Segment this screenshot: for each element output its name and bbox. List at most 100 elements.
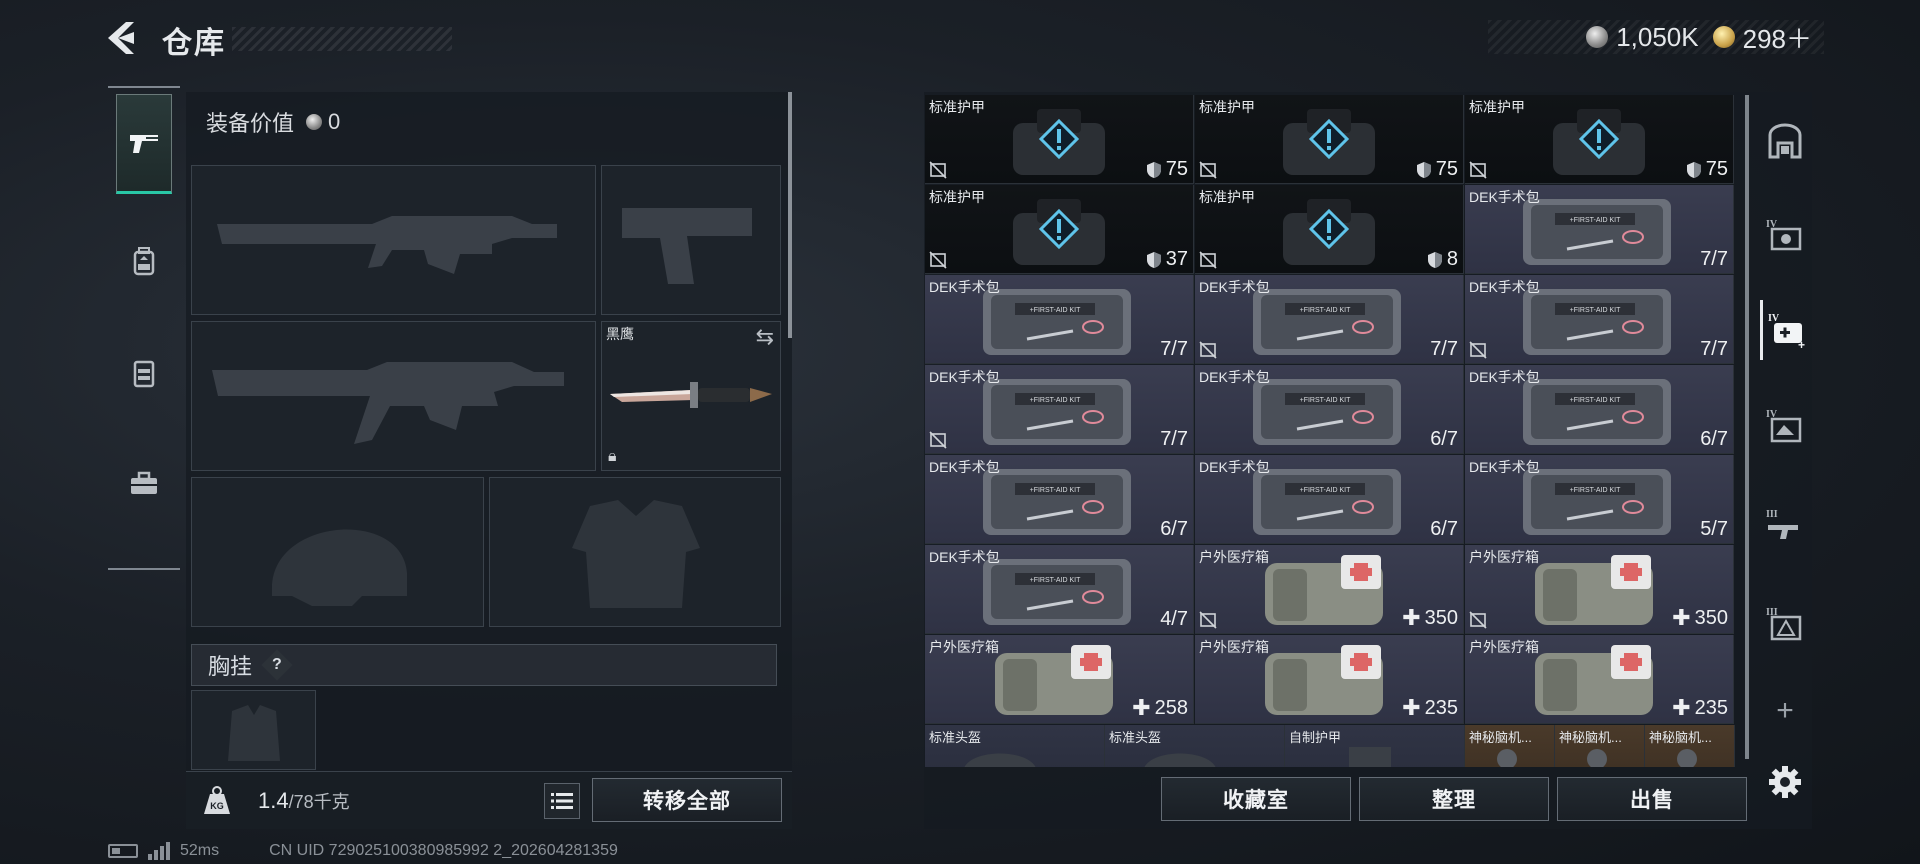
sidearm-slot[interactable]: [601, 165, 781, 315]
durability-shield-icon: [1146, 251, 1161, 268]
inventory-item[interactable]: 户外医疗箱 ✚ 350: [1195, 545, 1464, 634]
inventory-item[interactable]: 户外医疗箱 ✚ 235: [1195, 635, 1464, 724]
chest-rig-slot[interactable]: [191, 690, 316, 770]
heal-plus-icon: ✚: [1132, 695, 1151, 720]
item-name: 标准护甲: [929, 99, 985, 115]
item-name: DEK手术包: [1199, 369, 1270, 385]
inventory-item[interactable]: 户外医疗箱 ✚ 350: [1465, 545, 1734, 634]
svg-text:+FIRST-AID KIT: +FIRST-AID KIT: [1030, 307, 1081, 314]
outdoor-medkit-image: [1265, 645, 1383, 715]
organize-button[interactable]: 整理: [1359, 777, 1549, 821]
no-insurance-icon: [1199, 251, 1217, 269]
back-button[interactable]: [104, 20, 148, 56]
assault-rifle-silhouette: [217, 216, 557, 274]
armor-silhouette: [572, 500, 700, 608]
tab-briefcase[interactable]: [116, 434, 172, 534]
tab-weapons[interactable]: [116, 94, 172, 194]
inventory-item[interactable]: 标准护甲 37: [925, 185, 1194, 274]
tab-chest-rig[interactable]: [116, 324, 172, 424]
item-value: 6/7: [1430, 428, 1458, 450]
primary-weapon-slot-2[interactable]: [191, 321, 596, 471]
settings-button[interactable]: [1760, 760, 1810, 804]
primary-weapon-slot-1[interactable]: [191, 165, 596, 315]
inventory-item[interactable]: 神秘脑机...: [1465, 725, 1555, 767]
durability-shield-icon: [1416, 161, 1431, 178]
tab-backpack[interactable]: [116, 212, 172, 312]
lock-icon: 🔒︎: [608, 448, 617, 465]
inventory-item[interactable]: 神秘脑机...: [1645, 725, 1735, 767]
item-name: 户外医疗箱: [1469, 549, 1539, 565]
tab-equipment-storage[interactable]: IV: [1760, 396, 1810, 456]
helmet-slot[interactable]: [191, 477, 484, 627]
inventory-item[interactable]: +FIRST-AID KIT DEK手术包 7/7: [1195, 275, 1464, 364]
item-name: 户外医疗箱: [1199, 639, 1269, 655]
item-name: 户外医疗箱: [1469, 639, 1539, 655]
heal-plus-icon: ✚: [1402, 695, 1421, 720]
no-insurance-icon: [929, 251, 947, 269]
item-name: 标准护甲: [1199, 189, 1255, 205]
chest-rig-icon: [133, 360, 155, 388]
item-value: 6/7: [1700, 428, 1728, 450]
inventory-item[interactable]: +FIRST-AID KIT DEK手术包 7/7: [1465, 185, 1734, 274]
list-view-button[interactable]: [544, 783, 580, 819]
inventory-item[interactable]: +FIRST-AID KIT DEK手术包 6/7: [1465, 365, 1734, 454]
collection-room-button[interactable]: 收藏室: [1161, 777, 1351, 821]
inventory-item[interactable]: +FIRST-AID KIT DEK手术包 4/7: [925, 545, 1194, 634]
help-icon[interactable]: ?: [261, 649, 293, 681]
tab-weapon-storage[interactable]: III: [1760, 496, 1810, 556]
gold-currency[interactable]: 298＋: [1712, 19, 1812, 56]
status-bar: 52ms CN UID 729025100380985992 2_2026042…: [108, 842, 618, 860]
inventory-item[interactable]: 神秘脑机...: [1555, 725, 1645, 767]
item-name: 神秘脑机...: [1559, 730, 1622, 745]
equipment-scrollbar[interactable]: [788, 92, 792, 338]
transfer-all-button[interactable]: 转移全部: [592, 778, 782, 822]
no-insurance-icon: [929, 161, 947, 179]
inventory-item[interactable]: +FIRST-AID KIT DEK手术包 5/7: [1465, 455, 1734, 544]
tab-medical-storage[interactable]: IV +: [1760, 300, 1810, 360]
tab-armor-storage[interactable]: III: [1760, 594, 1810, 654]
inventory-item[interactable]: 户外医疗箱 ✚ 258: [925, 635, 1194, 724]
svg-text:+: +: [1798, 338, 1805, 351]
surgical-kit-image: +FIRST-AID KIT: [1253, 469, 1401, 535]
inventory-item[interactable]: 户外医疗箱 ✚ 235: [1465, 635, 1734, 724]
tab-safe-box[interactable]: [1760, 112, 1810, 172]
equipment-value: 装备价值 0: [206, 106, 340, 138]
body-armor-slot[interactable]: [489, 477, 781, 627]
inventory-item[interactable]: 标准护甲 75: [1465, 95, 1734, 184]
armor-item-image: [1283, 199, 1375, 265]
item-name: DEK手术包: [929, 369, 1000, 385]
item-name: 标准护甲: [1469, 99, 1525, 115]
svg-text:+FIRST-AID KIT: +FIRST-AID KIT: [1030, 487, 1081, 494]
inventory-item[interactable]: 标准护甲 75: [925, 95, 1194, 184]
heal-plus-icon: ✚: [1402, 605, 1421, 630]
inventory-item[interactable]: 标准头盔: [1105, 725, 1285, 767]
sell-button[interactable]: 出售: [1557, 777, 1747, 821]
inventory-item[interactable]: 标准护甲 75: [1195, 95, 1464, 184]
svg-text:IV: IV: [1768, 313, 1780, 324]
inventory-item[interactable]: 自制护甲: [1285, 725, 1465, 767]
melee-slot[interactable]: 黑鹰 ⇆ 🔒︎: [601, 321, 781, 471]
item-value: 37: [1146, 248, 1188, 271]
inventory-item[interactable]: 标准护甲 8: [1195, 185, 1464, 274]
inventory-item[interactable]: +FIRST-AID KIT DEK手术包 7/7: [1465, 275, 1734, 364]
inventory-item[interactable]: +FIRST-AID KIT DEK手术包 7/7: [925, 275, 1194, 364]
inventory-scrollbar[interactable]: [1745, 95, 1749, 759]
pistol-silhouette: [622, 208, 752, 284]
svg-text:+FIRST-AID KIT: +FIRST-AID KIT: [1570, 397, 1621, 404]
armor-item-image: [1013, 109, 1105, 175]
silver-currency[interactable]: 1,050K: [1586, 22, 1699, 53]
add-storage-button[interactable]: +: [1760, 694, 1810, 728]
inventory-item[interactable]: +FIRST-AID KIT DEK手术包 6/7: [1195, 365, 1464, 454]
inventory-item[interactable]: +FIRST-AID KIT DEK手术包 6/7: [1195, 455, 1464, 544]
list-icon: [551, 793, 573, 809]
surgical-kit-image: +FIRST-AID KIT: [1253, 379, 1401, 445]
no-insurance-icon: [1469, 611, 1487, 629]
durability-shield-icon: [1146, 161, 1161, 178]
inventory-item[interactable]: 标准头盔: [925, 725, 1105, 767]
item-name: DEK手术包: [1469, 189, 1540, 205]
inventory-item[interactable]: +FIRST-AID KIT DEK手术包 6/7: [925, 455, 1194, 544]
page-title: 仓库: [162, 27, 226, 60]
inventory-item[interactable]: +FIRST-AID KIT DEK手术包 7/7: [925, 365, 1194, 454]
surgical-kit-image: +FIRST-AID KIT: [1523, 199, 1671, 265]
tab-ammo-storage[interactable]: IV: [1760, 206, 1810, 266]
